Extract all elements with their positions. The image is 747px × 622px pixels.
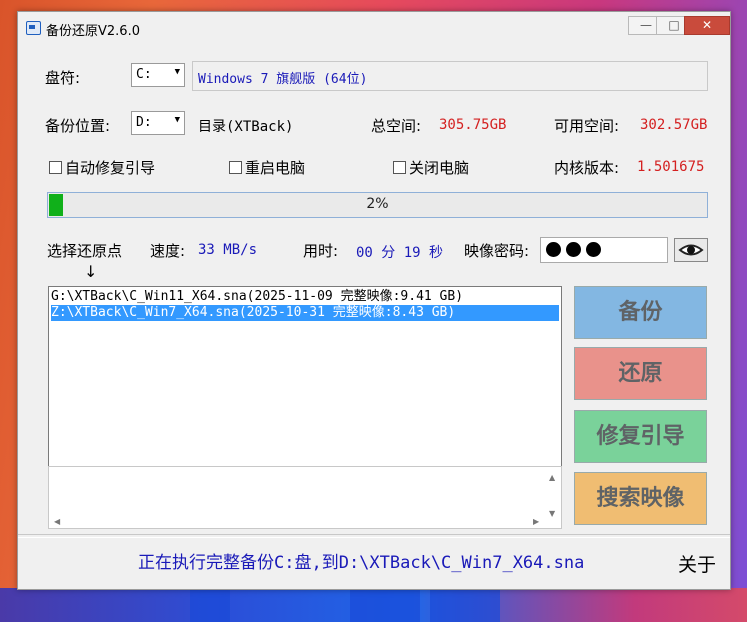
shutdown-checkbox[interactable] (393, 161, 406, 174)
shutdown-label[interactable]: 关闭电脑 (409, 157, 469, 178)
drive-label: 盘符: (45, 69, 81, 87)
os-info-text: Windows 7 旗舰版 (64位) (198, 72, 368, 87)
drive-select[interactable]: C: ▼ (131, 63, 185, 87)
backup-location-label: 备份位置: (45, 117, 111, 135)
backup-button[interactable]: 备份 (574, 286, 707, 339)
list-item[interactable]: Z:\XTBack\C_Win7_X64.sna(2025-10-31 完整映像… (51, 305, 559, 321)
free-space-value: 302.57GB (640, 117, 708, 133)
close-button[interactable]: ✕ (684, 16, 730, 35)
drive-select-value: C: (136, 67, 152, 82)
auto-repair-boot-label[interactable]: 自动修复引导 (65, 157, 155, 178)
title-bar[interactable]: 备份还原V2.6.0 — □ ✕ (18, 12, 730, 44)
free-space-label: 可用空间: (554, 117, 620, 135)
password-dot (546, 242, 561, 257)
password-dot (566, 242, 581, 257)
backup-location-value: D: (136, 115, 152, 130)
desktop-decoration (190, 588, 230, 622)
app-icon (26, 21, 41, 35)
scroll-up-icon[interactable]: ▲ (549, 473, 555, 482)
list-item[interactable]: G:\XTBack\C_Win11_X64.sna(2025-11-09 完整映… (51, 289, 559, 305)
restore-point-list[interactable]: G:\XTBack\C_Win11_X64.sna(2025-11-09 完整映… (48, 286, 562, 468)
select-restore-point-label: 选择还原点 (47, 242, 123, 260)
app-window: 备份还原V2.6.0 — □ ✕ 盘符: C: ▼ Windows 7 旗舰版 … (17, 11, 731, 590)
restart-label[interactable]: 重启电脑 (245, 157, 305, 178)
total-space-label: 总空间: (371, 117, 422, 135)
speed-label: 速度: (150, 242, 186, 260)
eye-icon (678, 244, 704, 256)
chevron-down-icon: ▼ (174, 115, 180, 125)
about-link[interactable]: 关于 (678, 550, 716, 577)
divider (18, 534, 730, 538)
backup-location-select[interactable]: D: ▼ (131, 111, 185, 135)
scroll-right-icon[interactable]: ▶ (533, 517, 539, 526)
elapsed-time-label: 用时: (303, 242, 339, 260)
search-image-button[interactable]: 搜索映像 (574, 472, 707, 525)
scroll-area[interactable]: ▲ ▼ ◀ ▶ (48, 466, 562, 529)
desktop-decoration (350, 588, 420, 622)
total-space-value: 305.75GB (439, 117, 507, 133)
chevron-down-icon: ▼ (174, 67, 180, 77)
window-title: 备份还原V2.6.0 (46, 24, 140, 39)
desktop-decoration (430, 588, 500, 622)
restart-checkbox[interactable] (229, 161, 242, 174)
status-text: 正在执行完整备份C:盘,到D:\XTBack\C_Win7_X64.sna (138, 553, 585, 573)
image-password-label: 映像密码: (464, 242, 530, 260)
backup-directory: 目录(XTBack) (198, 119, 294, 135)
elapsed-time-value: 00 分 19 秒 (356, 245, 444, 261)
restore-button[interactable]: 还原 (574, 347, 707, 400)
show-password-button[interactable] (674, 238, 708, 262)
os-info-field: Windows 7 旗舰版 (64位) (192, 61, 708, 91)
progress-text: 2% (366, 196, 389, 212)
down-arrow-icon: ↓ (84, 262, 98, 281)
scroll-down-icon[interactable]: ▼ (549, 509, 555, 518)
progress-bar: 2% (47, 192, 708, 218)
speed-value: 33 MB/s (198, 242, 258, 258)
scroll-left-icon[interactable]: ◀ (54, 517, 60, 526)
image-password-input[interactable] (540, 237, 668, 263)
auto-repair-boot-checkbox[interactable] (49, 161, 62, 174)
password-dot (586, 242, 601, 257)
kernel-version-value: 1.501675 (637, 159, 705, 175)
kernel-version-label: 内核版本: (554, 159, 620, 177)
repair-boot-button[interactable]: 修复引导 (574, 410, 707, 463)
